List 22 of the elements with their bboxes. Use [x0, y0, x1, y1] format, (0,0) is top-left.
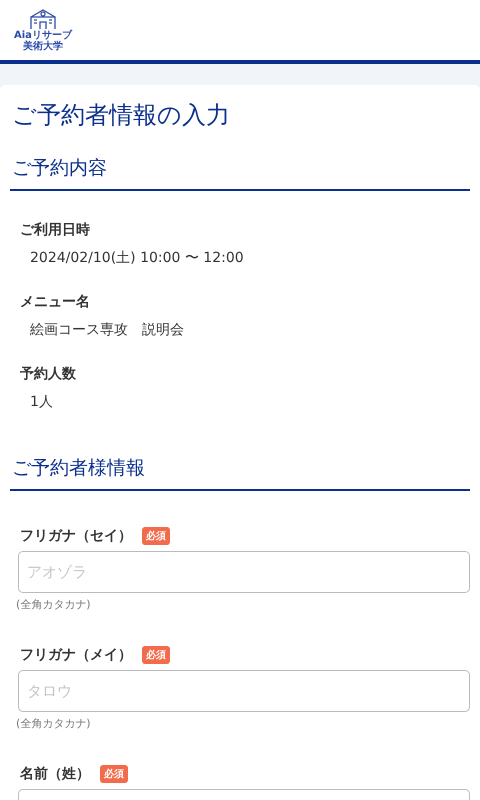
- logo[interactable]: Aiaリサーブ 美術大学: [14, 8, 72, 52]
- detail-value: 絵画コース専攻 説明会: [30, 321, 185, 339]
- input-field[interactable]: タロウ: [18, 670, 470, 712]
- field-label: フリガナ（メイ）: [20, 646, 132, 664]
- required-badge: 必須: [142, 646, 170, 664]
- detail-label: ご利用日時: [20, 221, 91, 239]
- field-label: 名前（姓）: [20, 765, 90, 783]
- field-label: フリガナ（セイ）: [20, 527, 132, 545]
- field-hint: (全角カタカナ): [16, 716, 92, 731]
- detail-value: 1人: [30, 393, 54, 411]
- logo-text: 美術大学: [22, 41, 63, 52]
- field-hint: (全角カタカナ): [16, 597, 92, 612]
- required-badge: 必須: [100, 765, 128, 783]
- detail-value: 2024/02/10(土) 10:00 〜 12:00: [30, 249, 245, 267]
- detail-label: 予約人数: [20, 365, 77, 383]
- required-badge: 必須: [142, 527, 170, 545]
- page-title: ご予約者情報の入力: [12, 100, 231, 131]
- detail-label: メニュー名: [20, 293, 91, 311]
- section-heading: ご予約者様情報: [10, 455, 470, 491]
- logo-text: Aiaリサーブ: [14, 30, 72, 41]
- input-field[interactable]: アオゾラ: [18, 551, 470, 593]
- section-heading: ご予約内容: [10, 155, 470, 191]
